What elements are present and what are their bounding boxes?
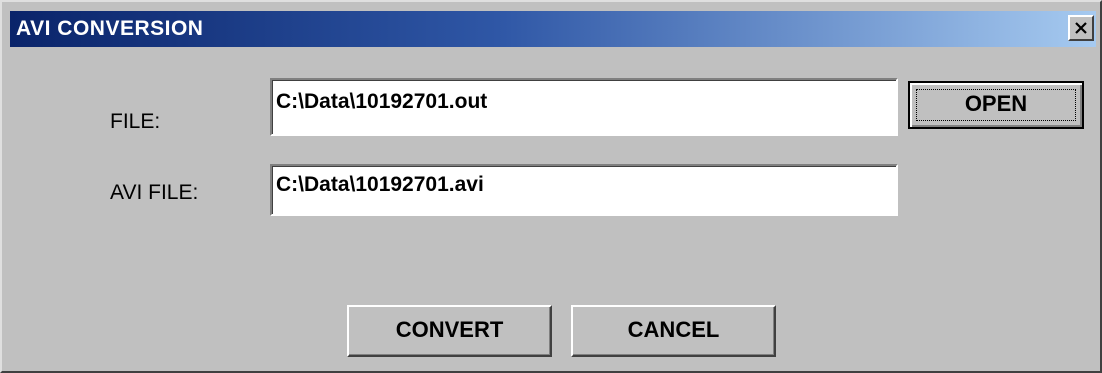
cancel-button-label: CANCEL <box>627 317 720 342</box>
file-input[interactable]: C:\Data\10192701.out <box>270 78 898 136</box>
title-bar[interactable]: AVI CONVERSION <box>10 11 1096 47</box>
close-icon <box>1075 22 1087 34</box>
file-label: FILE: <box>110 110 161 133</box>
convert-button[interactable]: CONVERT <box>347 305 552 357</box>
avi-conversion-dialog: AVI CONVERSION FILE: C:\Data\10192701.ou… <box>0 0 1102 373</box>
close-button[interactable] <box>1068 15 1094 41</box>
cancel-button[interactable]: CANCEL <box>571 305 776 357</box>
window-title: AVI CONVERSION <box>16 17 204 40</box>
open-button[interactable]: OPEN <box>908 81 1084 129</box>
avi-file-input[interactable]: C:\Data\10192701.avi <box>270 164 898 216</box>
avi-file-label: AVI FILE: <box>110 181 199 204</box>
convert-button-label: CONVERT <box>395 317 504 342</box>
focus-rect <box>916 89 1076 121</box>
